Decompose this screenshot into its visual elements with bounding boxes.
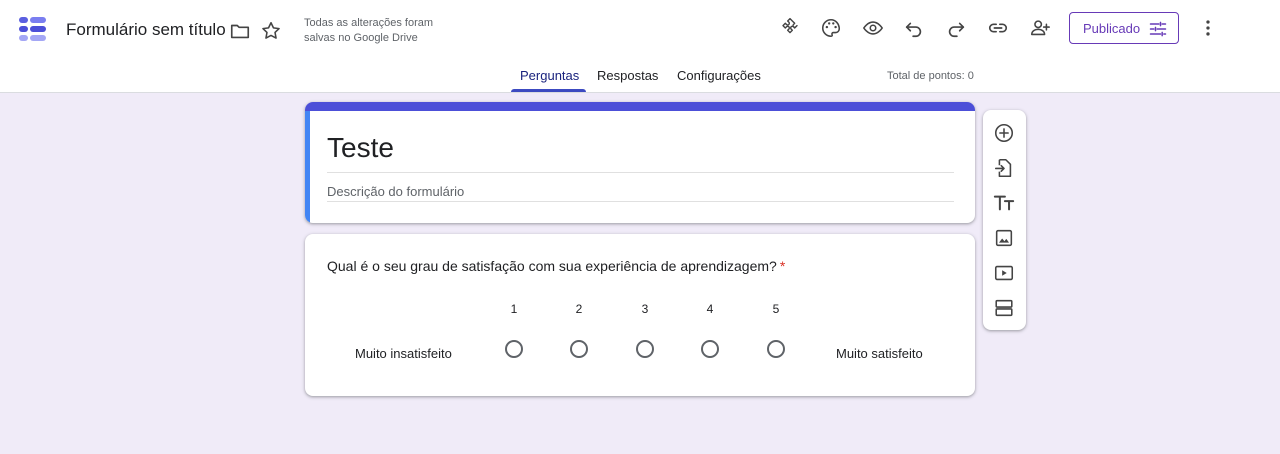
question-title: Qual é o seu grau de satisfação com sua …	[327, 258, 785, 274]
active-tab-indicator	[511, 89, 586, 92]
top-bar: Formulário sem título Todas as alteraçõe…	[0, 0, 1280, 93]
forms-logo-icon[interactable]	[18, 14, 48, 44]
publish-button[interactable]: Publicado	[1069, 12, 1179, 44]
question-card[interactable]: Qual é o seu grau de satisfação com sua …	[305, 234, 975, 396]
link-icon[interactable]	[986, 16, 1010, 40]
scale-radio-5[interactable]	[767, 340, 785, 358]
more-vert-icon[interactable]	[1196, 16, 1220, 40]
scale-radio-1[interactable]	[505, 340, 523, 358]
tab-respostas[interactable]: Respostas	[597, 68, 658, 83]
form-doc-title[interactable]: Formulário sem título	[66, 20, 226, 40]
floating-toolbar	[983, 110, 1026, 330]
scale-number-4: 4	[706, 302, 714, 316]
title-underline	[327, 172, 954, 173]
scale-radio-4[interactable]	[701, 340, 719, 358]
add-section-icon[interactable]	[993, 297, 1015, 319]
scale-number-3: 3	[641, 302, 649, 316]
scale-radio-3[interactable]	[636, 340, 654, 358]
save-status: Todas as alterações foram salvas no Goog…	[304, 17, 434, 44]
required-asterisk: *	[779, 258, 786, 274]
tab-bar: Perguntas Respostas Configurações Total …	[0, 60, 1280, 93]
form-title-input[interactable]: Teste	[327, 132, 394, 164]
import-questions-icon[interactable]	[993, 157, 1015, 179]
add-title-icon[interactable]	[993, 192, 1015, 214]
add-image-icon[interactable]	[993, 227, 1015, 249]
scale-number-1: 1	[510, 302, 518, 316]
palette-icon[interactable]	[819, 16, 843, 40]
form-description-input[interactable]: Descrição do formulário	[327, 184, 464, 199]
undo-icon[interactable]	[902, 16, 926, 40]
star-icon[interactable]	[259, 19, 283, 43]
form-title-card[interactable]: Teste Descrição do formulário	[305, 102, 975, 223]
scale-high-label: Muito satisfeito	[836, 346, 923, 361]
description-underline	[327, 201, 954, 202]
scale-number-2: 2	[575, 302, 583, 316]
add-question-icon[interactable]	[993, 122, 1015, 144]
tab-perguntas[interactable]: Perguntas	[520, 68, 579, 83]
publish-button-label: Publicado	[1083, 20, 1141, 36]
scale-low-label: Muito insatisfeito	[355, 346, 452, 361]
question-text: Qual é o seu grau de satisfação com sua …	[327, 258, 777, 274]
tune-icon	[1149, 21, 1167, 37]
add-collaborator-icon[interactable]	[1028, 16, 1052, 40]
total-points: Total de pontos: 0	[887, 70, 974, 82]
card-focus-bar	[305, 111, 310, 223]
addons-icon[interactable]	[778, 16, 802, 40]
preview-icon[interactable]	[861, 16, 885, 40]
tab-configuracoes[interactable]: Configurações	[677, 68, 761, 83]
scale-radio-2[interactable]	[570, 340, 588, 358]
redo-icon[interactable]	[944, 16, 968, 40]
folder-icon[interactable]	[228, 19, 252, 43]
add-video-icon[interactable]	[993, 262, 1015, 284]
scale-number-5: 5	[772, 302, 780, 316]
card-top-stripe	[305, 102, 975, 111]
